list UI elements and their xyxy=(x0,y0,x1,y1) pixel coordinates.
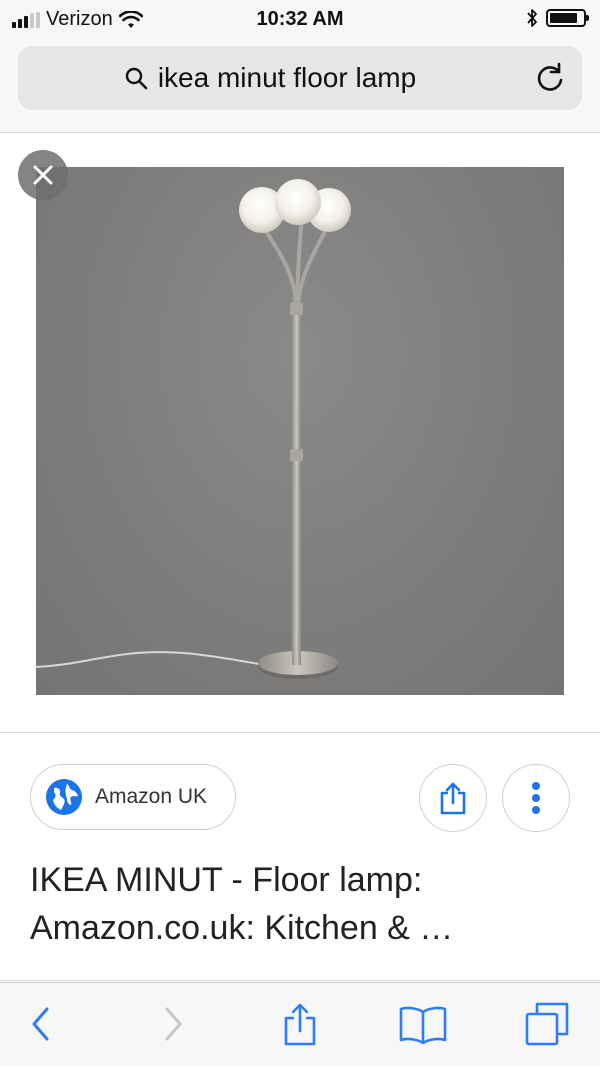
tabs-icon xyxy=(525,1002,569,1046)
search-icon xyxy=(125,67,148,90)
back-icon xyxy=(32,1007,49,1041)
forward-button[interactable] xyxy=(148,999,198,1049)
status-bar: Verizon 10:32 AM xyxy=(0,0,600,40)
close-button[interactable] xyxy=(18,150,68,200)
browser-header: ikea minut floor lamp xyxy=(0,40,600,133)
share-result-button[interactable] xyxy=(419,764,487,832)
back-button[interactable] xyxy=(16,999,66,1049)
reload-icon xyxy=(537,62,563,91)
divider xyxy=(0,732,600,733)
bluetooth-icon xyxy=(527,9,537,27)
address-field[interactable]: ikea minut floor lamp xyxy=(18,46,522,110)
battery-level xyxy=(550,13,577,23)
clock: 10:32 AM xyxy=(256,8,344,30)
battery-icon xyxy=(546,9,589,27)
divider xyxy=(0,980,600,981)
source-label: Amazon UK xyxy=(95,785,208,808)
more-vert-icon xyxy=(532,782,540,814)
image-viewer xyxy=(0,133,600,733)
globe-icon xyxy=(46,779,82,815)
bookmarks-icon xyxy=(399,1006,447,1044)
status-right xyxy=(526,8,589,28)
share-page-button[interactable] xyxy=(275,999,325,1049)
share-icon xyxy=(440,782,466,815)
search-query: ikea minut floor lamp xyxy=(157,62,417,93)
source-chip[interactable]: Amazon UK xyxy=(30,764,236,830)
forward-icon xyxy=(165,1007,182,1041)
reload-button[interactable] xyxy=(532,60,568,96)
more-options-button[interactable] xyxy=(502,764,570,832)
product-image[interactable] xyxy=(36,167,564,695)
bottom-toolbar xyxy=(0,982,600,1066)
tabs-button[interactable] xyxy=(522,999,572,1049)
result-title-link[interactable]: IKEA MINUT - Floor lamp: Amazon.co.uk: K… xyxy=(30,856,570,952)
close-icon xyxy=(33,165,53,185)
bookmarks-button[interactable] xyxy=(398,999,448,1049)
address-bar[interactable]: ikea minut floor lamp xyxy=(18,46,582,110)
share-icon xyxy=(284,1003,316,1046)
lamp-illustration xyxy=(36,179,351,679)
